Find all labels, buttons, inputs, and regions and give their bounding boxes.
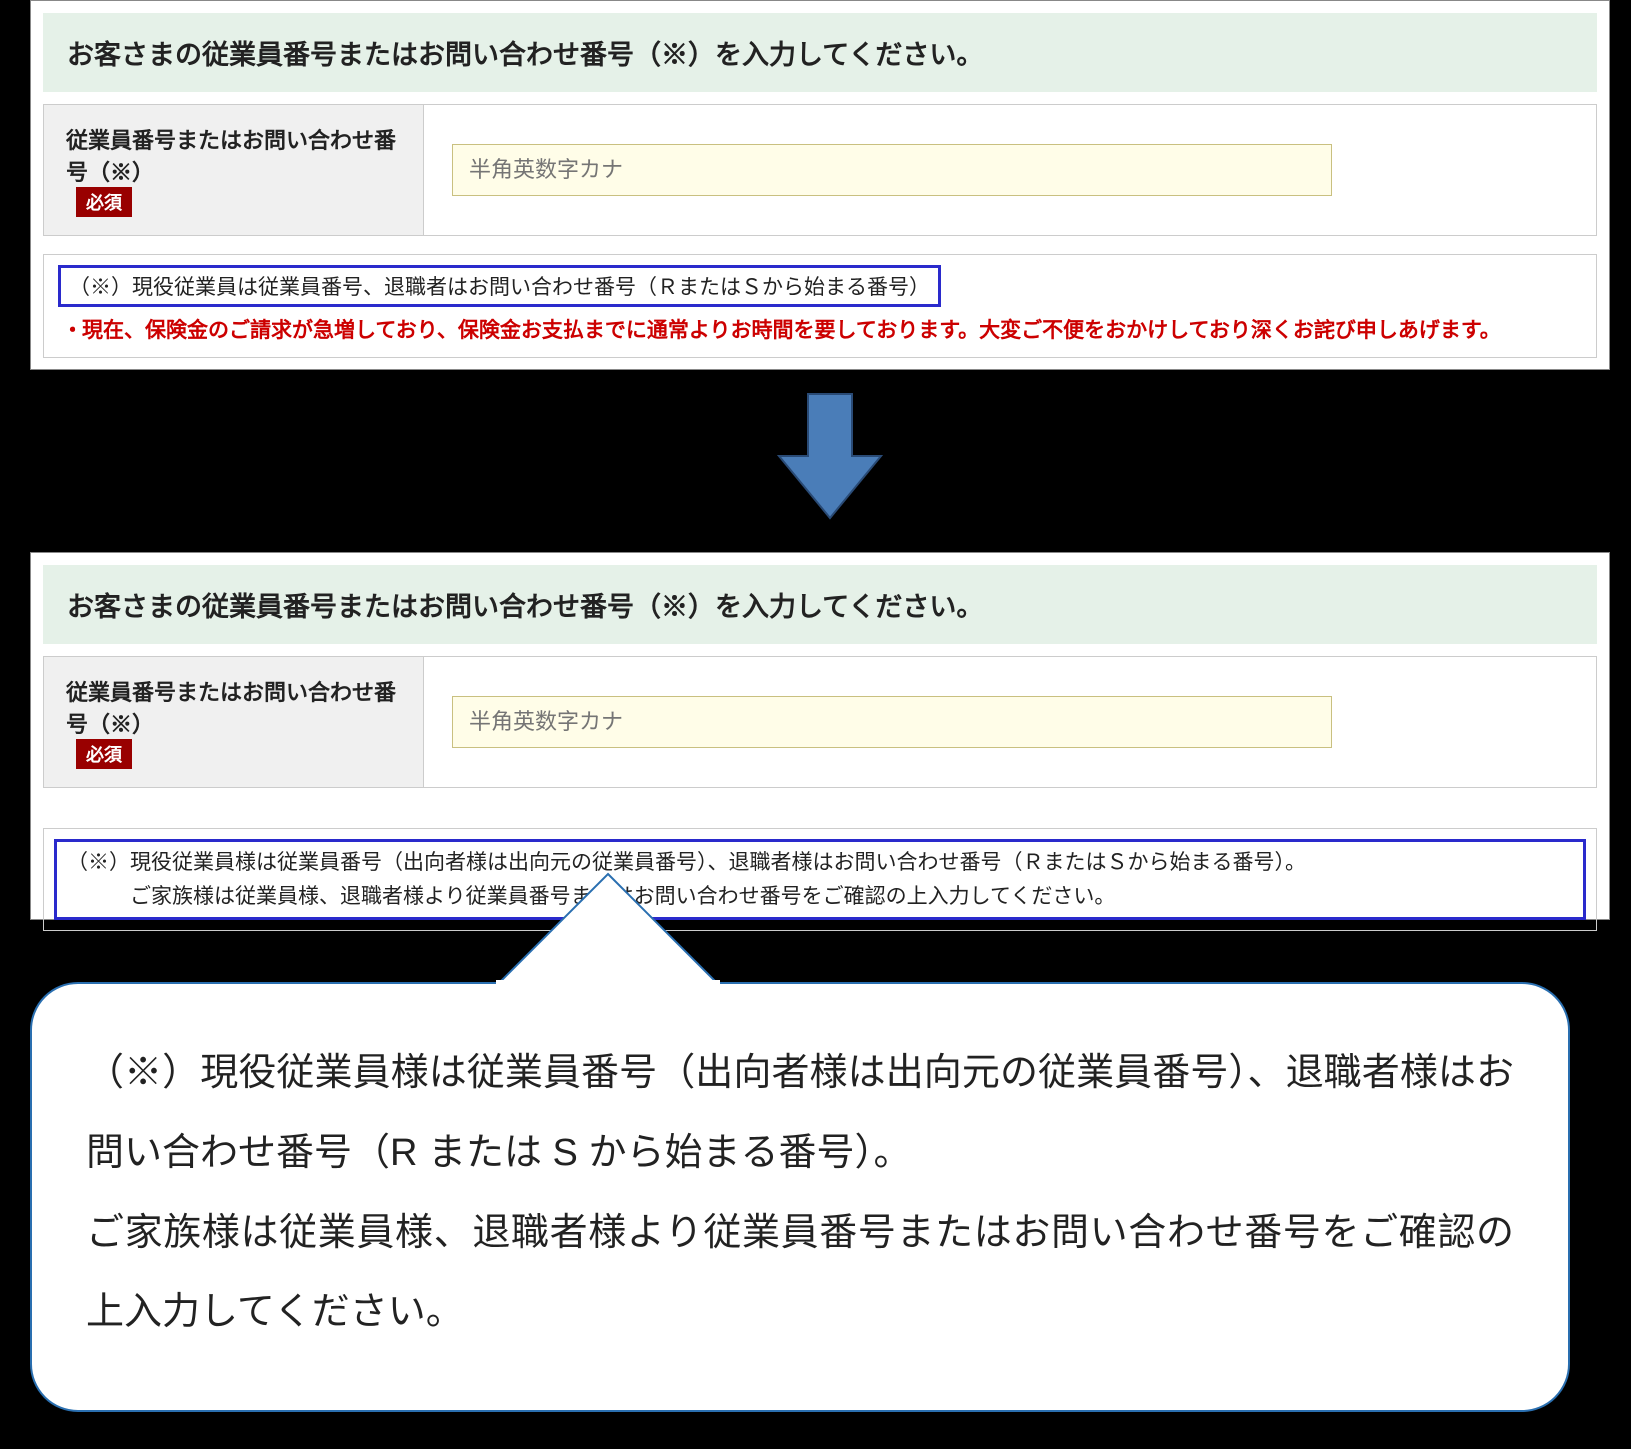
callout-line-1: （※）現役従業員様は従業員番号（出向者様は出向元の従業員番号）、退職者様はお問い… (86, 1034, 1514, 1194)
callout-mask (496, 980, 720, 988)
callout-pointer-icon (488, 872, 728, 996)
required-badge: 必須 (76, 739, 132, 769)
note-box: （※）現役従業員は従業員番号、退職者はお問い合わせ番号（ＲまたはＳから始まる番号… (43, 254, 1597, 358)
note-highlighted: （※）現役従業員は従業員番号、退職者はお問い合わせ番号（ＲまたはＳから始まる番号… (58, 265, 941, 307)
form-label: 従業員番号またはお問い合わせ番号（※） (66, 123, 401, 187)
callout-text: （※）現役従業員様は従業員番号（出向者様は出向元の従業員番号）、退職者様はお問い… (86, 1034, 1514, 1353)
form-label: 従業員番号またはお問い合わせ番号（※） (66, 675, 401, 739)
header-bar: お客さまの従業員番号またはお問い合わせ番号（※）を入力してください。 (43, 13, 1597, 92)
header-title: お客さまの従業員番号またはお問い合わせ番号（※）を入力してください。 (67, 33, 1573, 72)
header-title: お客さまの従業員番号またはお問い合わせ番号（※）を入力してください。 (67, 585, 1573, 624)
employee-number-input[interactable] (452, 696, 1332, 748)
form-label-cell: 従業員番号またはお問い合わせ番号（※） 必須 (44, 657, 424, 787)
required-badge: 必須 (76, 187, 132, 217)
callout-line-2: ご家族様は従業員様、退職者様より従業員番号またはお問い合わせ番号をご確認の上入力… (86, 1194, 1514, 1354)
note-warning: 現在、保険金のご請求が急増しており、保険金お支払までに通常よりお時間を要しており… (58, 311, 1582, 347)
form-row: 従業員番号またはお問い合わせ番号（※） 必須 (43, 656, 1597, 788)
form-input-cell (424, 105, 1596, 235)
form-input-cell (424, 657, 1596, 787)
employee-number-input[interactable] (452, 144, 1332, 196)
form-panel-before: お客さまの従業員番号またはお問い合わせ番号（※）を入力してください。 従業員番号… (30, 0, 1610, 370)
header-bar: お客さまの従業員番号またはお問い合わせ番号（※）を入力してください。 (43, 565, 1597, 644)
form-row: 従業員番号またはお問い合わせ番号（※） 必須 (43, 104, 1597, 236)
callout-bubble: （※）現役従業員様は従業員番号（出向者様は出向元の従業員番号）、退職者様はお問い… (30, 872, 1570, 1412)
callout-box: （※）現役従業員様は従業員番号（出向者様は出向元の従業員番号）、退職者様はお問い… (30, 982, 1570, 1412)
arrow-down-icon (775, 392, 885, 522)
form-panel-after: お客さまの従業員番号またはお問い合わせ番号（※）を入力してください。 従業員番号… (30, 552, 1610, 920)
form-label-cell: 従業員番号またはお問い合わせ番号（※） 必須 (44, 105, 424, 235)
